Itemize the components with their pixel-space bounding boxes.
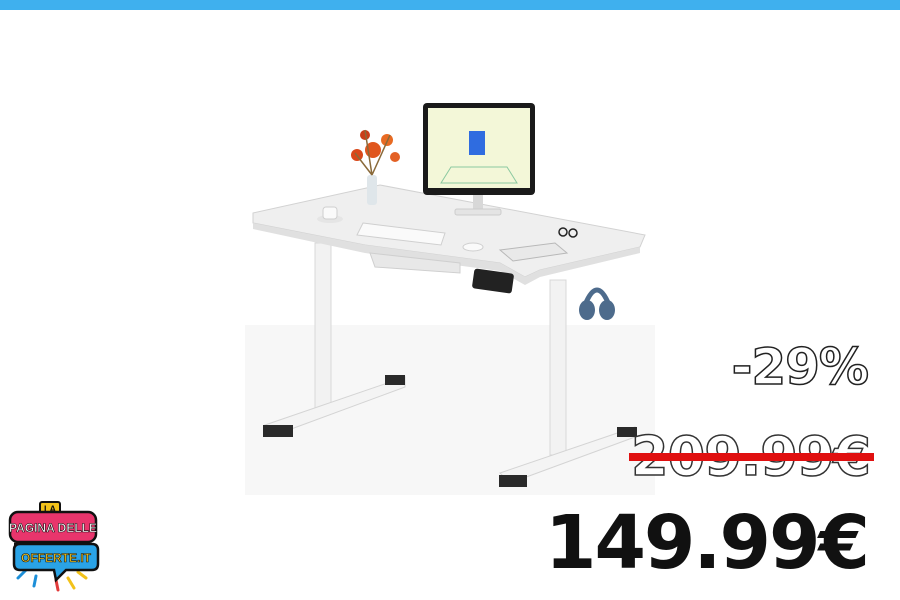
old-price-container: 209.99€ [629, 424, 874, 489]
strike-through-line [629, 453, 874, 461]
standing-desk-image [245, 103, 655, 495]
discount-label: -29% [731, 337, 870, 397]
top-accent-bar [0, 0, 900, 10]
new-price: 149.99€ [544, 500, 870, 586]
brand-logo: LA PAGINA DELLE OFFERTE.IT [9, 501, 100, 592]
logo-line-2: PAGINA DELLE [9, 521, 97, 535]
logo-line-3: OFFERTE.IT [21, 551, 92, 565]
old-price: 209.99€ [629, 424, 874, 489]
